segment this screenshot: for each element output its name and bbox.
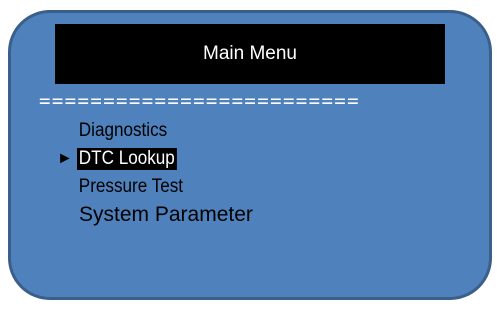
main-menu-list: Diagnostics ► DTC Lookup Pressure Test S… (57, 117, 479, 229)
menu-item-pressure-test[interactable]: Pressure Test (77, 173, 479, 201)
device-screen: Main Menu ========================= Diag… (8, 10, 492, 300)
page-title: Main Menu (203, 43, 297, 64)
divider-line: ========================= (39, 90, 360, 112)
menu-item-label: Diagnostics (78, 120, 168, 141)
menu-item-dtc-lookup[interactable]: ► DTC Lookup (57, 145, 479, 173)
menu-title-bar: Main Menu (55, 24, 445, 84)
menu-item-label: System Parameter (79, 203, 253, 226)
menu-item-system-parameter[interactable]: System Parameter (77, 201, 479, 229)
menu-item-label: Pressure Test (78, 176, 184, 197)
selection-arrow-icon: ► (57, 150, 73, 167)
menu-item-label: DTC Lookup (77, 148, 177, 170)
menu-item-diagnostics[interactable]: Diagnostics (77, 117, 479, 145)
